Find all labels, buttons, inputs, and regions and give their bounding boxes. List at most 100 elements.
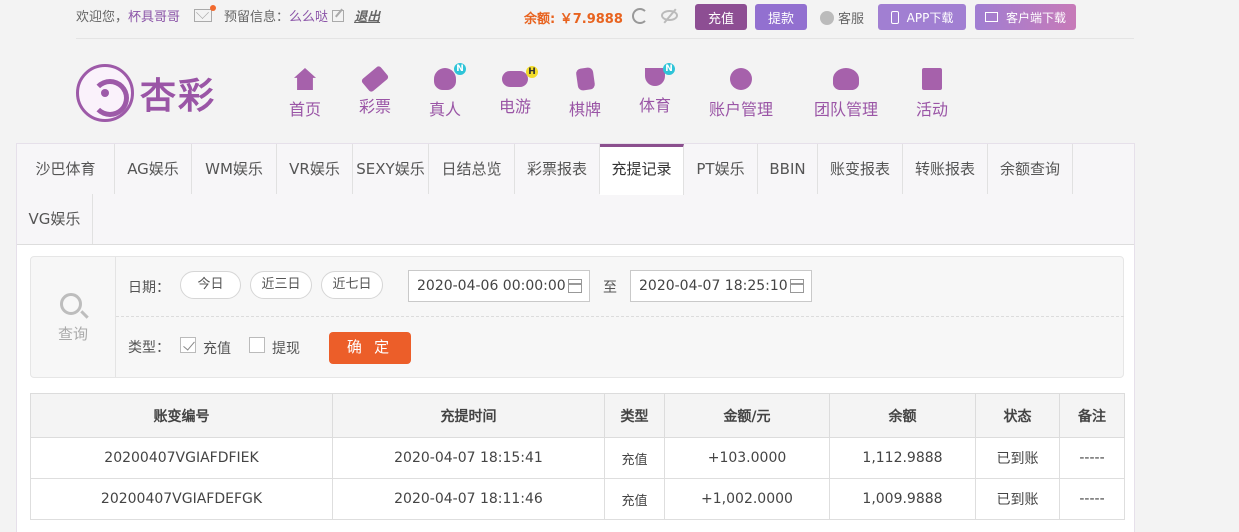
table-header-row: 账变编号 充提时间 类型 金额/元 余额 状态 备注 bbox=[30, 393, 1125, 438]
to-label: 至 bbox=[603, 280, 617, 296]
table-row: 20200407VGIAFDFIEK 2020-04-07 18:15:41 充… bbox=[30, 437, 1125, 479]
tab-vg[interactable]: VG娱乐 bbox=[17, 194, 93, 244]
nav-item-account[interactable]: 账户管理 bbox=[709, 66, 773, 120]
brand-name: 杏彩 bbox=[140, 75, 217, 117]
service-icon bbox=[820, 10, 834, 25]
end-date-value: 2020-04-07 18:25:10 bbox=[639, 278, 788, 294]
edit-icon[interactable] bbox=[332, 9, 345, 22]
time-cell: 2020-04-07 18:15:41 bbox=[332, 437, 605, 479]
recharge-checkbox-label: 充值 bbox=[203, 341, 231, 357]
reserved-info-label: 预留信息： bbox=[224, 10, 290, 25]
recharge-button[interactable]: 充值 bbox=[695, 4, 747, 30]
nav-label: 活动 bbox=[915, 100, 949, 119]
date-label: 日期： bbox=[128, 280, 170, 296]
home-icon bbox=[293, 68, 316, 90]
col-header-balance: 余额 bbox=[829, 393, 976, 438]
cards-icon bbox=[575, 66, 595, 92]
start-date-field[interactable]: 2020-04-06 00:00:00 bbox=[408, 270, 590, 302]
client-download-label: 客户端下载 bbox=[1005, 10, 1066, 25]
hide-balance-icon[interactable] bbox=[661, 10, 678, 21]
gamepad-icon: H bbox=[501, 66, 538, 87]
tab-lottery-report[interactable]: 彩票报表 bbox=[515, 144, 600, 194]
type-label: 类型： bbox=[128, 340, 170, 356]
nav-item-lottery[interactable]: 彩票 bbox=[358, 65, 392, 117]
client-download-button[interactable]: 客户端下载 bbox=[975, 4, 1076, 30]
type-cell: 充值 bbox=[604, 437, 665, 479]
calendar-icon[interactable] bbox=[568, 279, 582, 293]
tab-daily-summary[interactable]: 日结总览 bbox=[429, 144, 515, 194]
end-date-field[interactable]: 2020-04-07 18:25:10 bbox=[630, 270, 812, 302]
type-cell: 充值 bbox=[604, 478, 665, 520]
tab-transfer-report[interactable]: 转账报表 bbox=[903, 144, 988, 194]
mail-icon[interactable] bbox=[194, 5, 217, 22]
refresh-icon[interactable] bbox=[632, 8, 648, 24]
tab-ag[interactable]: AG娱乐 bbox=[115, 144, 192, 194]
nav-item-cards[interactable]: 棋牌 bbox=[569, 66, 601, 120]
tab-deposit-withdraw-records[interactable]: 充提记录 bbox=[600, 144, 684, 195]
withdraw-checkbox[interactable] bbox=[249, 337, 265, 353]
nav-item-slots[interactable]: H 电游 bbox=[499, 66, 538, 117]
reserved-info-value: 么么哒 bbox=[289, 10, 329, 25]
nav-item-sports[interactable]: N 体育 bbox=[638, 63, 675, 116]
hot-badge: H bbox=[525, 66, 538, 78]
remark-cell: ----- bbox=[1059, 478, 1125, 520]
user-info: 欢迎您， 杯具哥哥 预留信息： 么么哒 退出 bbox=[76, 5, 380, 25]
status-cell: 已到账 bbox=[975, 478, 1060, 520]
new-badge: N bbox=[662, 63, 675, 75]
tab-saba-sports[interactable]: 沙巴体育 bbox=[17, 144, 115, 194]
app-download-label: APP下载 bbox=[906, 10, 954, 25]
balance-label: 余额: bbox=[524, 12, 556, 27]
customer-service-link[interactable]: 客服 bbox=[820, 8, 864, 27]
remark-cell: ----- bbox=[1059, 437, 1125, 479]
balance: 余额: ￥7.9888 bbox=[524, 8, 623, 27]
records-table: 账变编号 充提时间 类型 金额/元 余额 状态 备注 20200407VGIAF… bbox=[30, 393, 1125, 520]
logout-link[interactable]: 退出 bbox=[354, 6, 380, 25]
type-row: 类型： 充值 提现 确 定 bbox=[116, 317, 1124, 377]
app-download-button[interactable]: APP下载 bbox=[878, 4, 966, 30]
nav-label: 账户管理 bbox=[708, 100, 774, 119]
calendar-icon[interactable] bbox=[790, 279, 804, 293]
account-icon bbox=[729, 68, 752, 90]
last-three-days-button[interactable]: 近三日 bbox=[250, 271, 312, 299]
search-filter: 查询 日期： 今日 近三日 近七日 2020-04-06 00:00:00 至 … bbox=[30, 256, 1124, 378]
today-button[interactable]: 今日 bbox=[180, 271, 241, 299]
search-side-label: 查询 bbox=[57, 325, 88, 343]
col-header-status: 状态 bbox=[975, 393, 1060, 438]
tab-bbin[interactable]: BBIN bbox=[758, 144, 818, 194]
nav-label: 体育 bbox=[638, 96, 672, 115]
balance-cell: 1,112.9888 bbox=[829, 437, 976, 479]
nav-item-team[interactable]: 团队管理 bbox=[814, 66, 878, 120]
confirm-button[interactable]: 确 定 bbox=[329, 332, 411, 364]
status-cell: 已到账 bbox=[975, 437, 1060, 479]
ticket-icon bbox=[360, 65, 390, 93]
nav-item-home[interactable]: 首页 bbox=[289, 66, 321, 120]
monitor-icon bbox=[984, 12, 998, 22]
tab-wm[interactable]: WM娱乐 bbox=[192, 144, 277, 194]
nav-label: 彩票 bbox=[358, 97, 392, 116]
tab-vr[interactable]: VR娱乐 bbox=[277, 144, 353, 194]
site-logo[interactable]: 杏彩 bbox=[76, 64, 216, 122]
col-header-remark: 备注 bbox=[1059, 393, 1125, 438]
recharge-checkbox[interactable] bbox=[180, 337, 196, 353]
customer-service-label: 客服 bbox=[838, 12, 865, 27]
time-cell: 2020-04-07 18:11:46 bbox=[332, 478, 605, 520]
live-dealer-icon: N bbox=[433, 63, 466, 90]
nav-label: 真人 bbox=[428, 100, 462, 119]
nav-item-live[interactable]: N 真人 bbox=[428, 63, 466, 120]
tab-sexy[interactable]: SEXY娱乐 bbox=[353, 144, 429, 194]
serial-cell: 20200407VGIAFDEFGK bbox=[30, 478, 333, 520]
tab-balance-query[interactable]: 余额查询 bbox=[988, 144, 1073, 194]
tab-pt[interactable]: PT娱乐 bbox=[684, 144, 758, 194]
withdraw-button[interactable]: 提款 bbox=[755, 4, 807, 30]
username-link[interactable]: 杯具哥哥 bbox=[128, 6, 180, 25]
search-icon bbox=[60, 293, 82, 315]
last-seven-days-button[interactable]: 近七日 bbox=[321, 271, 383, 299]
top-bar: 欢迎您， 杯具哥哥 预留信息： 么么哒 退出 余额: ￥7.9888 充值 提款… bbox=[0, 0, 1239, 34]
col-header-type: 类型 bbox=[604, 393, 665, 438]
withdraw-checkbox-label: 提现 bbox=[272, 341, 300, 357]
tab-account-change-report[interactable]: 账变报表 bbox=[818, 144, 903, 194]
date-row: 日期： 今日 近三日 近七日 2020-04-06 00:00:00 至 202… bbox=[116, 257, 1124, 317]
trophy-icon: N bbox=[644, 63, 675, 86]
amount-cell: +103.0000 bbox=[664, 437, 830, 479]
nav-item-promotions[interactable]: 活动 bbox=[916, 66, 948, 120]
